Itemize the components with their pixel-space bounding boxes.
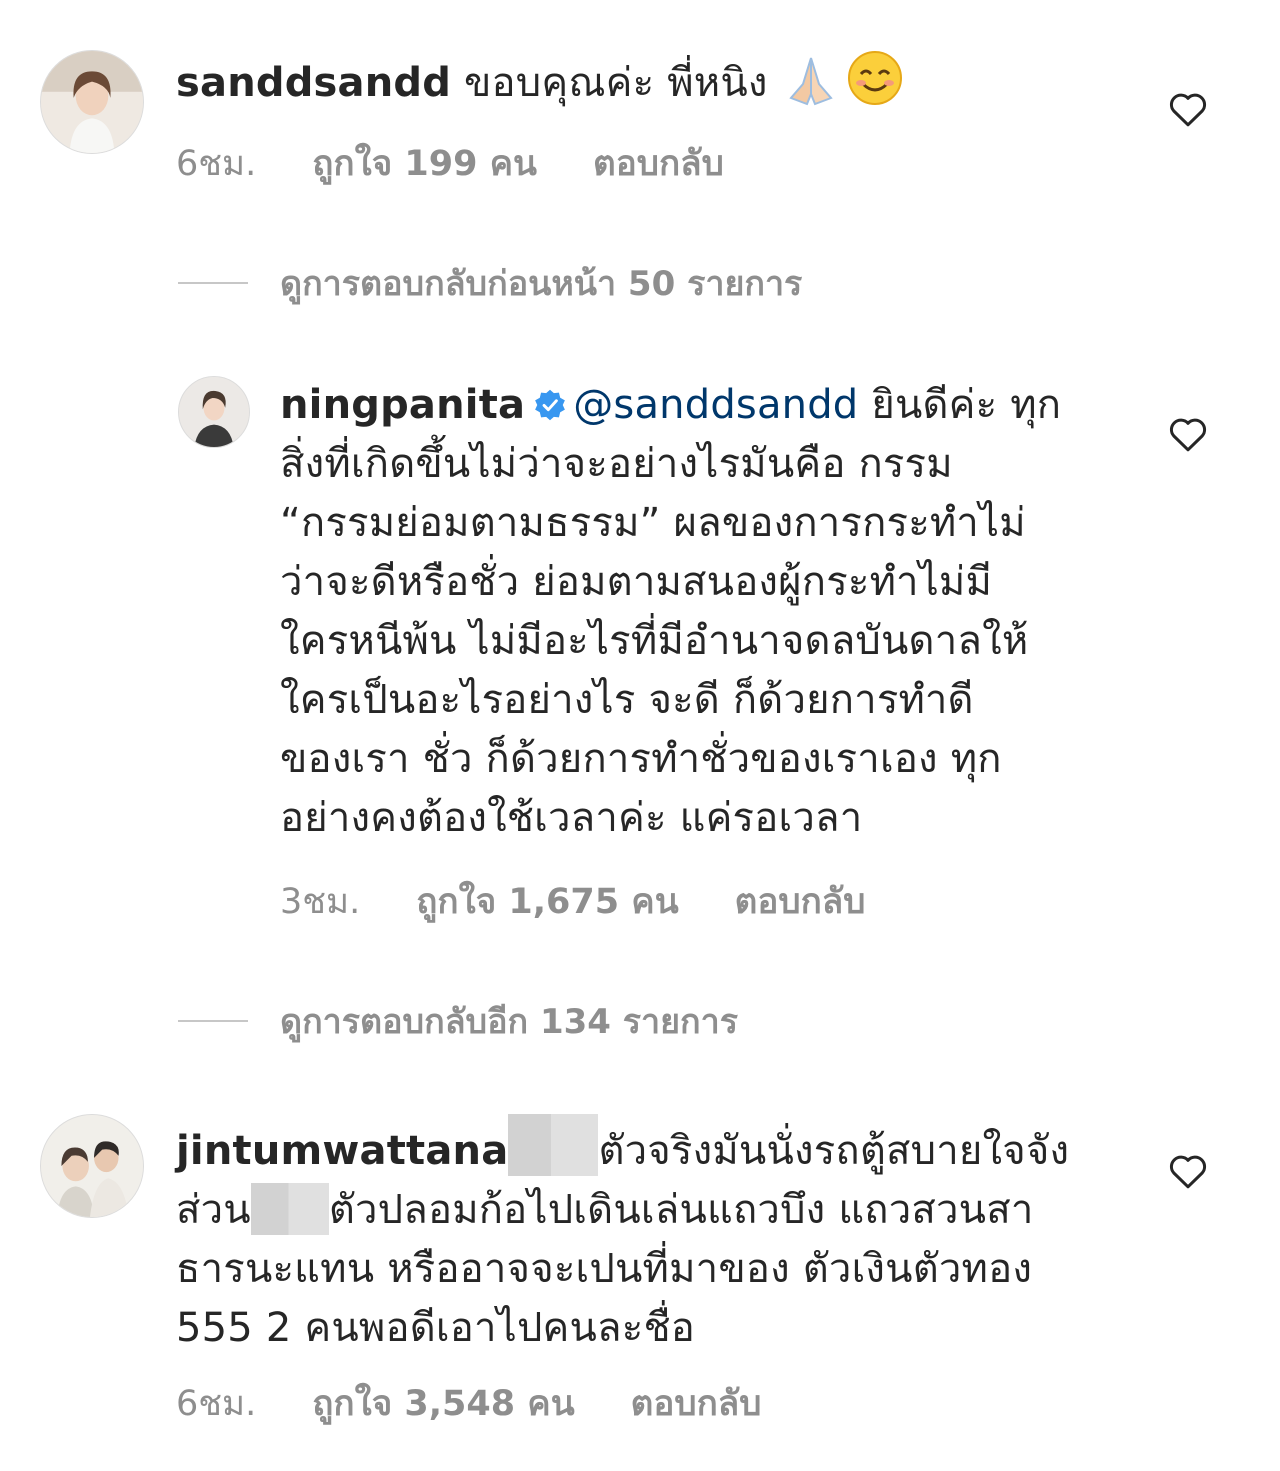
comment-time: 3ชม. [280,882,361,922]
comment-line: ว่าจะดีหรือชั่ว ย่อมตามสนองผู้กระทำไม่มี [280,559,993,605]
reply-button[interactable]: ตอบกลับ [735,874,866,929]
avatar-jintumwattana[interactable] [40,1114,144,1218]
comment-line: สิ่งที่เกิดขึ้นไม่ว่าจะอย่างไรมันคือ กรร… [280,441,953,487]
comment-username[interactable]: ningpanita [280,382,525,428]
comment-meta: 3ชม. ถูกใจ 1,675 คน ตอบกลับ [280,874,865,929]
comment-line: อย่างคงต้องใช้เวลาค่ะ แค่รอเวลา [280,795,863,841]
comment-line: ningpanita @sanddsandd ยินดีค่ะ ทุก [280,376,1140,435]
avatar-photo-icon [41,1115,143,1217]
comment-likes[interactable]: ถูกใจ 1,675 คน [416,874,678,929]
comment-line: jintumwattana ตัวจริงมันนั่งรถตู้สบายใจจั… [176,1114,1136,1181]
comment-line: 555 2 คนพอดีเอาไปคนละชื่อ [176,1305,696,1351]
reply-button[interactable]: ตอบกลับ [593,136,724,191]
comment-body: ส่วน [176,1187,251,1233]
comment-line: “กรรมย่อมตามธรรม” ผลของการกระทำไม่ [280,500,1026,546]
comment-likes[interactable]: ถูกใจ 3,548 คน [312,1376,574,1431]
smiling-face-emoji [847,50,903,123]
comment-line: ใครหนีพ้น ไม่มีอะไรที่มีอำนาจดลบันดาลให้ [280,618,1029,664]
comment-line: ธารนะแทน หรืออาจจะเปนที่มาของ ตัวเงินตัว… [176,1246,1033,1292]
comment-username[interactable]: sanddsandd [176,60,451,106]
view-more-replies[interactable]: ดูการตอบกลับอีก 134 รายการ [178,994,738,1048]
comment-body: ยินดีค่ะ ทุก [858,382,1062,428]
avatar-sanddsandd[interactable] [40,50,144,154]
view-previous-replies[interactable]: ดูการตอบกลับก่อนหน้า 50 รายการ [178,256,802,310]
folded-hands-emoji [781,54,841,123]
censored-name-block [250,1183,329,1235]
comment-body: ตัวปลอมก้อไปเดินเล่นแถวบึง แถวสวนสา [328,1187,1034,1233]
comment-body: ขอบคุณค่ะ พี่หนิง [451,60,781,106]
divider-line [178,282,248,284]
mention-link[interactable]: @sanddsandd [573,382,858,428]
comment-meta: 6ชม. ถูกใจ 199 คน ตอบกลับ [176,136,724,191]
comment-username[interactable]: jintumwattana [176,1128,508,1174]
censored-name-block [508,1114,599,1176]
view-replies-label: ดูการตอบกลับก่อนหน้า 50 รายการ [280,264,803,304]
divider-line [178,1020,248,1022]
comment-time: 6ชม. [176,144,257,184]
avatar-photo-icon [179,377,249,447]
comment-meta: 6ชม. ถูกใจ 3,548 คน ตอบกลับ [176,1376,761,1431]
comment-body: ตัวจริงมันนั่งรถตู้สบายใจจัง [598,1128,1070,1174]
avatar-photo-icon [41,51,143,153]
comment-time: 6ชม. [176,1384,257,1424]
like-heart-icon[interactable] [1168,415,1208,453]
view-replies-label: ดูการตอบกลับอีก 134 รายการ [280,1002,738,1042]
reply-button[interactable]: ตอบกลับ [631,1376,762,1431]
comment-likes[interactable]: ถูกใจ 199 คน [312,136,537,191]
comment-line: ใครเป็นอะไรอย่างไร จะดี ก็ด้วยการทำดี [280,677,974,723]
verified-badge-icon [535,389,566,421]
like-heart-icon[interactable] [1168,1152,1208,1190]
comment-line: ของเรา ชั่ว ก็ด้วยการทำชั่วของเราเอง ทุก [280,736,1002,782]
avatar-ningpanita[interactable] [178,376,250,448]
comment-line: ส่วน ตัวปลอมก้อไปเดินเล่นแถวบึง แถวสวนสา [176,1181,1136,1240]
like-heart-icon[interactable] [1168,90,1208,128]
